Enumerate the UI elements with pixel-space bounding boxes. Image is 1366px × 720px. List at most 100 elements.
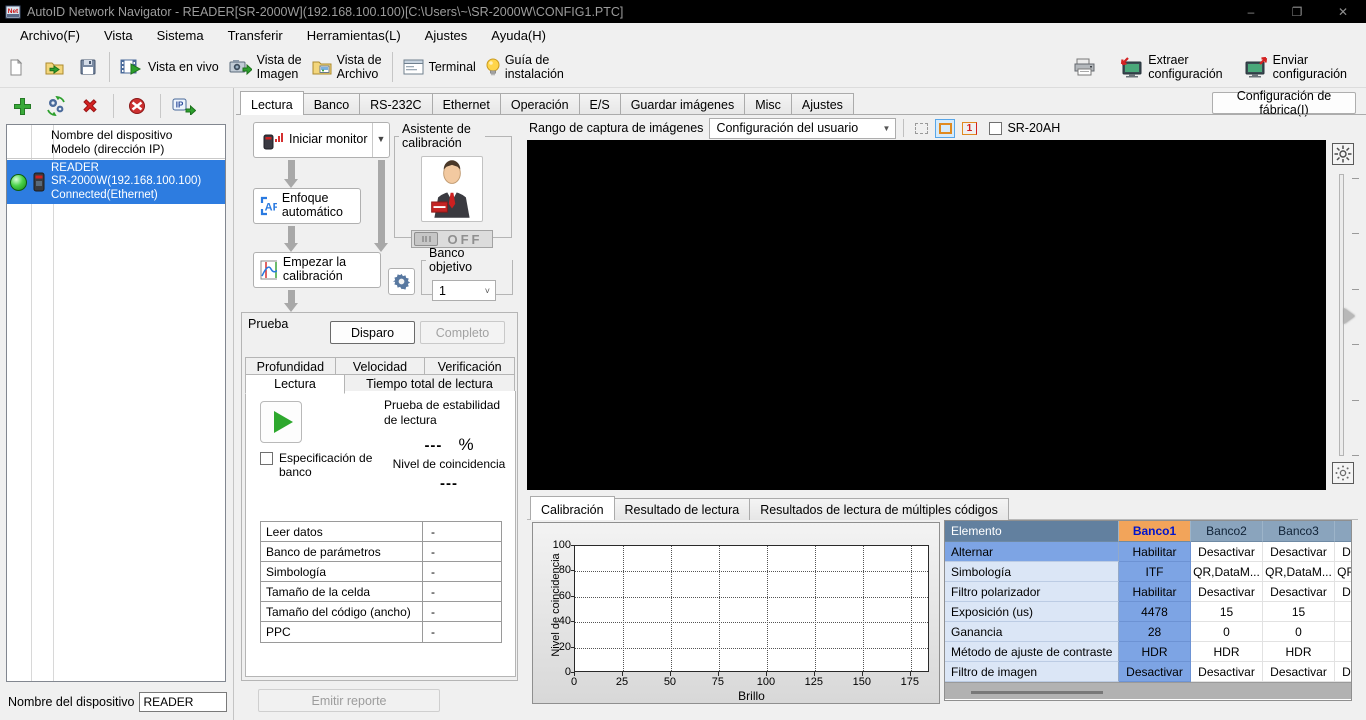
minimize-button[interactable]: –: [1228, 0, 1274, 23]
open-file-button[interactable]: [37, 56, 72, 79]
bank-cell[interactable]: 15: [1191, 602, 1263, 622]
image-view-button[interactable]: Vista de Imagen: [224, 50, 307, 84]
bank-cell[interactable]: HDR: [1119, 642, 1191, 662]
terminal-button[interactable]: Terminal: [398, 56, 481, 78]
hscrollbar-thumb[interactable]: [971, 691, 1103, 694]
bank-cell[interactable]: Desactivar: [1335, 662, 1352, 682]
bank-cell[interactable]: 15: [1335, 602, 1352, 622]
bank-cell[interactable]: 0: [1191, 622, 1263, 642]
bank-cell[interactable]: HDR: [1335, 642, 1352, 662]
device-list[interactable]: Nombre del dispositivo Modelo (dirección…: [6, 124, 226, 682]
bank-col-header-banco1[interactable]: Banco1: [1119, 521, 1191, 542]
panel-splitter[interactable]: [233, 88, 234, 720]
disconnect-button[interactable]: [123, 93, 151, 119]
print-button[interactable]: [1066, 55, 1103, 79]
brightness-down-button[interactable]: [1332, 462, 1354, 484]
bank-cell[interactable]: HDR: [1191, 642, 1263, 662]
bank-row-label-m-todo-de-ajuste-de-contraste[interactable]: Método de ajuste de contraste: [945, 642, 1119, 662]
complete-button[interactable]: Completo: [420, 321, 505, 344]
brightness-slider-thumb[interactable]: [1344, 308, 1355, 324]
brightness-up-button[interactable]: [1332, 143, 1354, 165]
bank-cell[interactable]: Desactivar: [1335, 582, 1352, 602]
bank-cell[interactable]: Desactivar: [1263, 662, 1335, 682]
tab-ajustes[interactable]: Ajustes: [791, 93, 854, 115]
bank-table-hscrollbar[interactable]: [945, 682, 1351, 699]
bank-cell[interactable]: Desactivar: [1263, 582, 1335, 602]
menu-item-sistema[interactable]: Sistema: [145, 24, 216, 47]
bank-row-label-simbolog-a[interactable]: Simbología: [945, 562, 1119, 582]
bank-cell[interactable]: Habilitar: [1119, 582, 1191, 602]
sr20ah-checkbox[interactable]: [989, 122, 1002, 135]
autofocus-button[interactable]: AF Enfoque automático: [253, 188, 361, 224]
delete-device-button[interactable]: [76, 93, 104, 119]
file-view-button[interactable]: Vista de Archivo: [307, 50, 387, 84]
bank-cell[interactable]: HDR: [1263, 642, 1335, 662]
bank-cell[interactable]: Desactivar: [1191, 542, 1263, 562]
send-ip-button[interactable]: IP: [170, 93, 198, 119]
start-calibration-button[interactable]: Empezar la calibración: [253, 252, 381, 288]
selection-rect-dashed-button[interactable]: [911, 119, 931, 138]
device-row-selected[interactable]: READER SR-2000W(192.168.100.100) Connect…: [7, 160, 225, 204]
bank-cell[interactable]: Desactivar: [1119, 662, 1191, 682]
bank-cell[interactable]: 0: [1263, 622, 1335, 642]
bank-cell[interactable]: 4478: [1119, 602, 1191, 622]
single-code-window-button[interactable]: 1: [959, 119, 979, 138]
menu-item-ayuda-h[interactable]: Ayuda(H): [479, 24, 558, 47]
menu-item-ajustes[interactable]: Ajustes: [413, 24, 480, 47]
start-monitor-button[interactable]: Iniciar monitor ▼: [253, 122, 390, 158]
live-view-button[interactable]: Vista en vivo: [115, 55, 224, 79]
tab-lectura[interactable]: Lectura: [240, 91, 304, 115]
bottom-tab-resultados-de-lectura-de-m-ltiples-c-digos[interactable]: Resultados de lectura de múltiples códig…: [749, 498, 1009, 520]
bank-cell[interactable]: 0: [1335, 622, 1352, 642]
assistant-wizard-button[interactable]: [421, 156, 483, 222]
maximize-button[interactable]: ❐: [1274, 0, 1320, 23]
bank-row-label-alternar[interactable]: Alternar: [945, 542, 1119, 562]
calibration-settings-button[interactable]: [388, 268, 415, 295]
device-name-input[interactable]: [139, 692, 227, 712]
bank-cell[interactable]: Desactivar: [1335, 542, 1352, 562]
bottom-tab-calibraci-n[interactable]: Calibración: [530, 496, 615, 520]
menu-item-transferir[interactable]: Transferir: [216, 24, 295, 47]
menu-item-herramientas-l[interactable]: Herramientas(L): [295, 24, 413, 47]
extract-config-button[interactable]: Extraer configuración: [1113, 50, 1227, 84]
bank-cell[interactable]: QR,DataM...: [1335, 562, 1352, 582]
bottom-tab-resultado-de-lectura[interactable]: Resultado de lectura: [614, 498, 751, 520]
send-config-button[interactable]: Enviar configuración: [1238, 50, 1352, 84]
new-file-button[interactable]: [0, 56, 37, 79]
bank-col-header-elemento[interactable]: Elemento: [945, 521, 1119, 542]
bank-col-header-banco2[interactable]: Banco2: [1191, 521, 1263, 542]
tab-rs-232c[interactable]: RS-232C: [359, 93, 432, 115]
selection-rect-button[interactable]: [935, 119, 955, 138]
bank-cell[interactable]: ITF: [1119, 562, 1191, 582]
tab-banco[interactable]: Banco: [303, 93, 360, 115]
tab-misc[interactable]: Misc: [744, 93, 792, 115]
bank-cell[interactable]: Desactivar: [1263, 542, 1335, 562]
menu-item-archivo-f[interactable]: Archivo(F): [8, 24, 92, 47]
close-button[interactable]: ✕: [1320, 0, 1366, 23]
add-device-button[interactable]: [8, 93, 36, 119]
bank-cell[interactable]: 28: [1119, 622, 1191, 642]
menu-item-vista[interactable]: Vista: [92, 24, 145, 47]
bank-row-label-filtro-polarizador[interactable]: Filtro polarizador: [945, 582, 1119, 602]
tab-e-s[interactable]: E/S: [579, 93, 621, 115]
emit-report-button[interactable]: Emitir reporte: [258, 689, 440, 712]
save-button[interactable]: [72, 56, 104, 78]
bank-cell[interactable]: QR,DataM...: [1263, 562, 1335, 582]
bank-row-label-filtro-de-imagen[interactable]: Filtro de imagen: [945, 662, 1119, 682]
test-tab-lectura[interactable]: Lectura: [245, 374, 345, 394]
tab-guardar-im-genes[interactable]: Guardar imágenes: [620, 93, 746, 115]
factory-reset-button[interactable]: Configuración de fábrica(I): [1212, 92, 1356, 114]
bank-cell[interactable]: QR,DataM...: [1191, 562, 1263, 582]
bank-spec-checkbox[interactable]: [260, 452, 273, 465]
bank-cell[interactable]: Desactivar: [1191, 662, 1263, 682]
bank-row-label-exposici-n-us[interactable]: Exposición (us): [945, 602, 1119, 622]
tab-ethernet[interactable]: Ethernet: [432, 93, 501, 115]
bank-col-header-banco4[interactable]: Banco4: [1335, 521, 1352, 542]
bank-cell[interactable]: Desactivar: [1191, 582, 1263, 602]
start-monitor-dropdown[interactable]: ▼: [372, 123, 389, 157]
bank-row-label-ganancia[interactable]: Ganancia: [945, 622, 1119, 642]
update-device-button[interactable]: [42, 93, 70, 119]
bank-cell[interactable]: 15: [1263, 602, 1335, 622]
toggle-knob[interactable]: [414, 232, 438, 246]
run-test-button[interactable]: [260, 401, 302, 443]
